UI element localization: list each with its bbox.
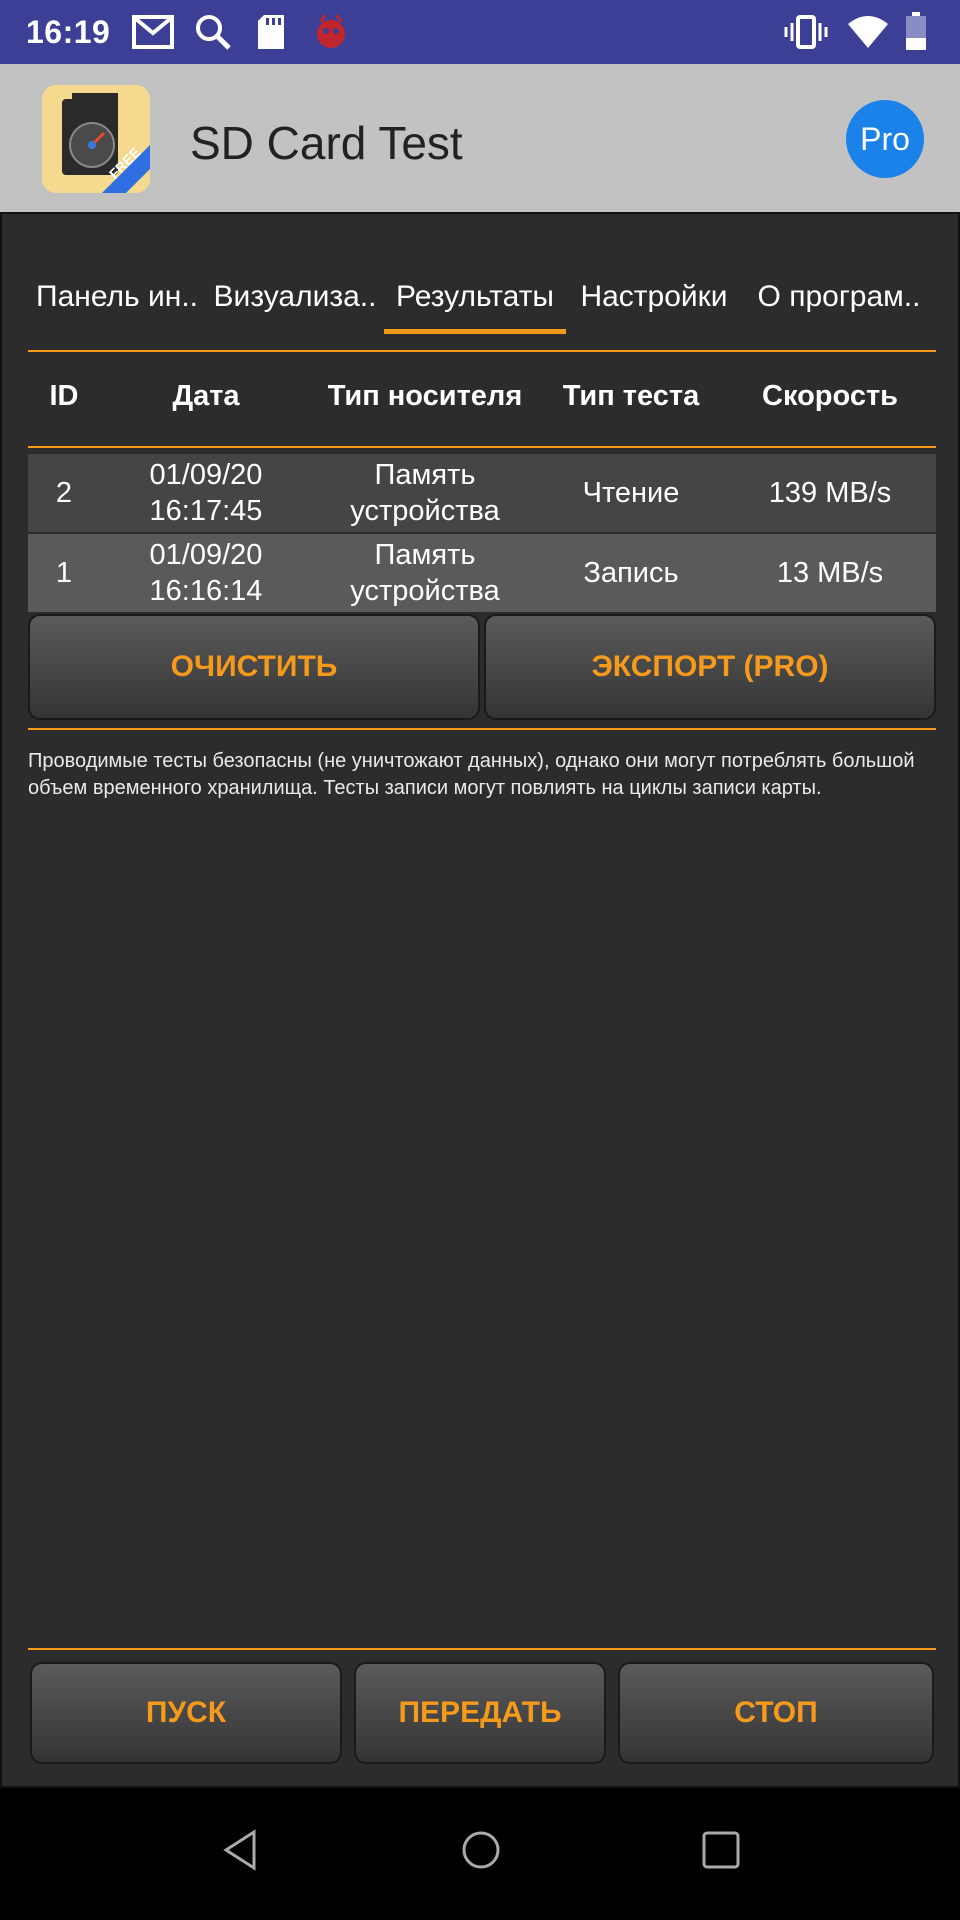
tab-about[interactable]: О програм.. bbox=[742, 270, 936, 334]
export-button[interactable]: ЭКСПОРТ (PRO) bbox=[484, 614, 936, 720]
tab-bar: Панель ин.. Визуализа.. Результаты Настр… bbox=[28, 270, 936, 334]
app-logo: FREE bbox=[42, 85, 150, 193]
gmail-icon bbox=[132, 12, 174, 52]
app-notification-icon bbox=[312, 12, 350, 52]
row-speed: 13 MB/s bbox=[776, 557, 884, 589]
tab-dashboard[interactable]: Панель ин.. bbox=[28, 270, 206, 334]
column-header-test-type: Тип теста bbox=[562, 379, 700, 412]
app-title: SD Card Test bbox=[190, 117, 463, 169]
row-date-time: 16:17:45 bbox=[149, 495, 263, 527]
row-date: 01/09/20 16:17:45 bbox=[100, 457, 312, 529]
stop-button[interactable]: СТОП bbox=[618, 1662, 934, 1764]
row-date-day: 01/09/20 bbox=[149, 459, 263, 491]
column-header-date: Дата bbox=[172, 379, 240, 412]
wifi-icon bbox=[846, 12, 890, 52]
battery-icon bbox=[904, 12, 928, 52]
navigation-bar bbox=[0, 1788, 960, 1920]
sd-card-icon bbox=[256, 12, 286, 52]
tab-settings[interactable]: Настройки bbox=[566, 270, 742, 334]
row-speed: 139 MB/s bbox=[768, 477, 892, 509]
tabs-divider bbox=[28, 350, 936, 352]
row-media-line1: Память bbox=[374, 539, 476, 571]
row-media: Память устройства bbox=[312, 537, 538, 609]
note-divider bbox=[28, 728, 936, 730]
pro-button[interactable]: Pro bbox=[846, 100, 924, 178]
row-id: 1 bbox=[55, 557, 73, 589]
info-note: Проводимые тесты безопасны (не уничтожаю… bbox=[28, 750, 915, 799]
bottom-divider bbox=[28, 1648, 936, 1650]
status-bar: 16:19 bbox=[0, 0, 960, 64]
row-id: 2 bbox=[55, 477, 73, 509]
vibrate-icon bbox=[784, 12, 828, 52]
row-media-line2: устройства bbox=[350, 495, 500, 527]
table-row[interactable]: 1 01/09/20 16:16:14 Память устройства За… bbox=[28, 534, 936, 614]
row-date: 01/09/20 16:16:14 bbox=[100, 537, 312, 609]
column-header-media: Тип носителя bbox=[327, 379, 523, 412]
row-date-time: 16:16:14 bbox=[149, 575, 263, 607]
results-panel: Панель ин.. Визуализа.. Результаты Настр… bbox=[0, 212, 960, 1788]
tab-results[interactable]: Результаты bbox=[384, 270, 566, 334]
app-bar: FREE SD Card Test Pro bbox=[0, 64, 960, 212]
column-header-speed: Скорость bbox=[762, 379, 898, 412]
row-media: Память устройства bbox=[312, 457, 538, 529]
row-test-type: Чтение bbox=[582, 477, 680, 509]
table-header: ID Дата Тип носителя Тип теста Скорость bbox=[28, 354, 936, 438]
tab-visualization[interactable]: Визуализа.. bbox=[206, 270, 384, 334]
row-date-day: 01/09/20 bbox=[149, 539, 263, 571]
results-table: 2 01/09/20 16:17:45 Память устройства Чт… bbox=[28, 454, 936, 614]
column-header-id: ID bbox=[49, 379, 79, 412]
row-test-type: Запись bbox=[583, 557, 679, 589]
table-row[interactable]: 2 01/09/20 16:17:45 Память устройства Чт… bbox=[28, 454, 936, 534]
home-icon[interactable] bbox=[460, 1828, 502, 1877]
recents-icon[interactable] bbox=[700, 1828, 742, 1877]
row-media-line1: Память bbox=[374, 459, 476, 491]
send-button[interactable]: ПЕРЕДАТЬ bbox=[354, 1662, 606, 1764]
row-media-line2: устройства bbox=[350, 575, 500, 607]
start-button[interactable]: ПУСК bbox=[30, 1662, 342, 1764]
clear-button[interactable]: ОЧИСТИТЬ bbox=[28, 614, 480, 720]
status-time: 16:19 bbox=[26, 14, 111, 50]
header-divider bbox=[28, 446, 936, 448]
back-icon[interactable] bbox=[222, 1828, 258, 1877]
search-icon bbox=[194, 12, 232, 52]
